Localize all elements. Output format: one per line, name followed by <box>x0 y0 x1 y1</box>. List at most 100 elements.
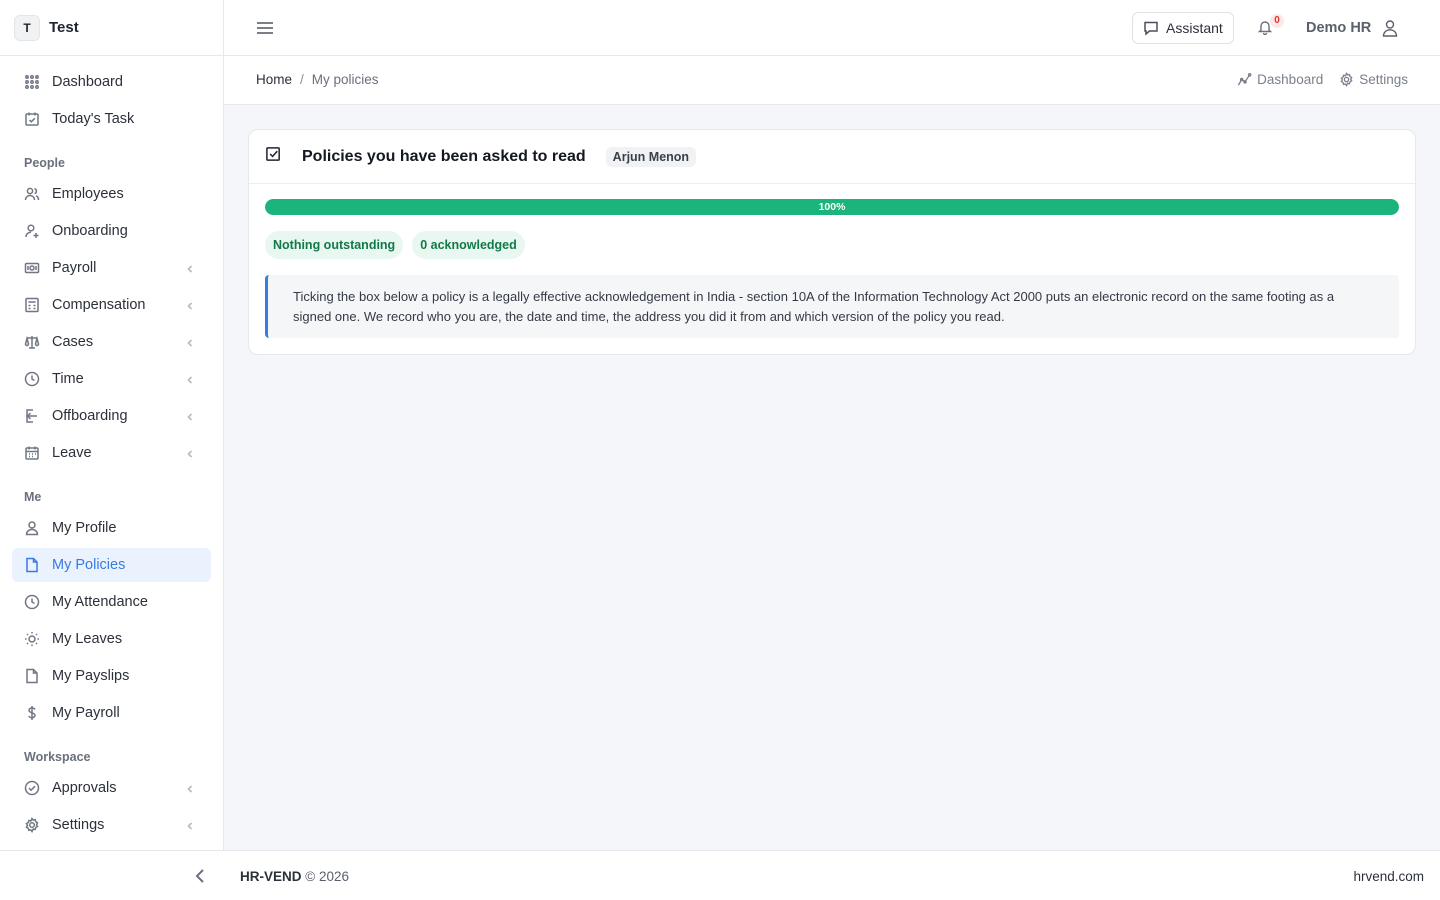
clock-icon <box>23 593 41 611</box>
calculator-icon <box>23 296 41 314</box>
sidebar-item-label: Settings <box>52 817 105 833</box>
status-badge-acknowledged: 0 acknowledged <box>412 231 525 259</box>
breadcrumb-current: My policies <box>311 72 379 87</box>
sidebar-item-my-leaves[interactable]: My Leaves <box>12 622 211 656</box>
sidebar-item-offboarding[interactable]: Offboarding <box>12 399 211 433</box>
scale-icon <box>23 333 41 351</box>
users-icon <box>23 185 41 203</box>
sidebar-item-leave[interactable]: Leave <box>12 436 211 470</box>
check-circle-icon <box>23 779 41 797</box>
employee-badge: Arjun Menon <box>605 146 697 167</box>
menu-icon[interactable] <box>256 19 274 37</box>
calendar-check-icon <box>23 110 41 128</box>
settings-link[interactable]: Settings <box>1339 72 1408 87</box>
assistant-label: Assistant <box>1166 20 1223 36</box>
sidebar-item-label: Cases <box>52 334 94 350</box>
sidebar-item-label: My Attendance <box>52 594 148 610</box>
copyright: HR-VEND © 2026 <box>240 869 349 884</box>
gear-icon <box>23 816 41 834</box>
chevron-left-icon <box>185 299 197 311</box>
user-name[interactable]: Demo HR <box>1306 20 1371 36</box>
checkbox-square-icon <box>265 146 282 168</box>
dashboard-link-label: Dashboard <box>1257 72 1324 87</box>
cash-icon <box>23 259 41 277</box>
sidebar-item-my-attendance[interactable]: My Attendance <box>12 585 211 619</box>
calendar-icon <box>23 444 41 462</box>
gear-icon <box>1340 72 1353 87</box>
user-plus-icon <box>23 222 41 240</box>
user-avatar-icon[interactable] <box>1381 19 1399 37</box>
sidebar-item-compensation[interactable]: Compensation <box>12 288 211 322</box>
sidebar-item-label: Today's Task <box>52 111 135 127</box>
sidebar-item-my-payslips[interactable]: My Payslips <box>12 659 211 693</box>
top-bar: Assistant 0 Demo HR <box>224 0 1440 56</box>
section-label-people: People <box>24 156 65 170</box>
chevron-left-icon <box>185 447 197 459</box>
breadcrumb-bar: Home / My policies Dashboard Settings <box>224 56 1440 105</box>
sidebar-item-label: My Payroll <box>52 705 120 721</box>
assistant-button[interactable]: Assistant <box>1132 12 1234 44</box>
progress-bar: 100% <box>265 199 1399 215</box>
sidebar-item-onboarding[interactable]: Onboarding <box>12 214 211 248</box>
sidebar-item-label: Payroll <box>52 260 97 276</box>
footer: HR-VEND © 2026 hrvend.com <box>0 850 1440 900</box>
breadcrumb-links: Dashboard Settings <box>1221 72 1408 87</box>
sidebar-item-cases[interactable]: Cases <box>12 325 211 359</box>
dashboard-link[interactable]: Dashboard <box>1237 72 1323 87</box>
chevron-left-icon <box>185 782 197 794</box>
collapse-sidebar-icon[interactable] <box>193 868 207 884</box>
status-badge-outstanding: Nothing outstanding <box>265 231 404 259</box>
sidebar-item-time[interactable]: Time <box>12 362 211 396</box>
sidebar-item-payroll[interactable]: Payroll <box>12 251 211 285</box>
brand-badge: T <box>14 14 40 41</box>
sidebar-item-label: My Leaves <box>52 631 123 647</box>
sidebar-item-employees[interactable]: Employees <box>12 177 211 211</box>
footer-copyright: © 2026 <box>305 869 350 884</box>
status-pills: Nothing outstanding 0 acknowledged <box>265 231 534 259</box>
sidebar-item-my-profile[interactable]: My Profile <box>12 511 211 545</box>
sidebar-item-label: Approvals <box>52 780 117 796</box>
breadcrumb-separator: / <box>300 72 304 87</box>
chevron-left-icon <box>185 262 197 274</box>
sidebar-item-settings[interactable]: Settings <box>12 808 211 842</box>
chevron-left-icon <box>185 819 197 831</box>
sidebar-item-label: Offboarding <box>52 408 128 424</box>
settings-link-label: Settings <box>1359 72 1408 87</box>
grid-icon <box>23 73 41 91</box>
card-title: Policies you have been asked to read <box>302 147 586 165</box>
chevron-left-icon <box>185 336 197 348</box>
card-header: Policies you have been asked to read Arj… <box>249 130 1415 184</box>
chat-icon <box>1144 21 1158 36</box>
file-icon <box>23 667 41 685</box>
sidebar: T Test Dashboard Today's Task People Emp… <box>0 0 224 850</box>
sidebar-item-label: Leave <box>52 445 92 461</box>
sidebar-item-label: Compensation <box>52 297 146 313</box>
sidebar-item-dashboard[interactable]: Dashboard <box>12 65 211 99</box>
sidebar-item-label: My Policies <box>52 557 126 573</box>
sun-icon <box>23 630 41 648</box>
sidebar-item-label: Time <box>52 371 84 387</box>
footer-site-link[interactable]: hrvend.com <box>1353 869 1424 884</box>
section-label-workspace: Workspace <box>24 750 91 764</box>
dollar-icon <box>23 704 41 722</box>
breadcrumb-home[interactable]: Home <box>256 72 292 87</box>
footer-brand: HR-VEND <box>240 869 302 884</box>
sidebar-item-label: Employees <box>52 186 124 202</box>
chart-line-icon <box>1238 73 1252 86</box>
sidebar-item-approvals[interactable]: Approvals <box>12 771 211 805</box>
breadcrumb: Home / My policies <box>256 72 379 87</box>
file-icon <box>23 556 41 574</box>
brand[interactable]: T Test <box>0 0 223 56</box>
sidebar-item-todays-task[interactable]: Today's Task <box>12 102 211 136</box>
chevron-left-icon <box>185 410 197 422</box>
sidebar-item-label: My Payslips <box>52 668 130 684</box>
policies-card: Policies you have been asked to read Arj… <box>248 129 1416 355</box>
progress-label: 100% <box>818 201 846 213</box>
clock-icon <box>23 370 41 388</box>
progress-fill: 100% <box>265 199 1399 215</box>
sidebar-item-my-policies[interactable]: My Policies <box>12 548 211 582</box>
brand-name: Test <box>49 19 79 36</box>
sidebar-item-my-payroll[interactable]: My Payroll <box>12 696 211 730</box>
section-label-me: Me <box>24 490 42 504</box>
chevron-left-icon <box>185 373 197 385</box>
